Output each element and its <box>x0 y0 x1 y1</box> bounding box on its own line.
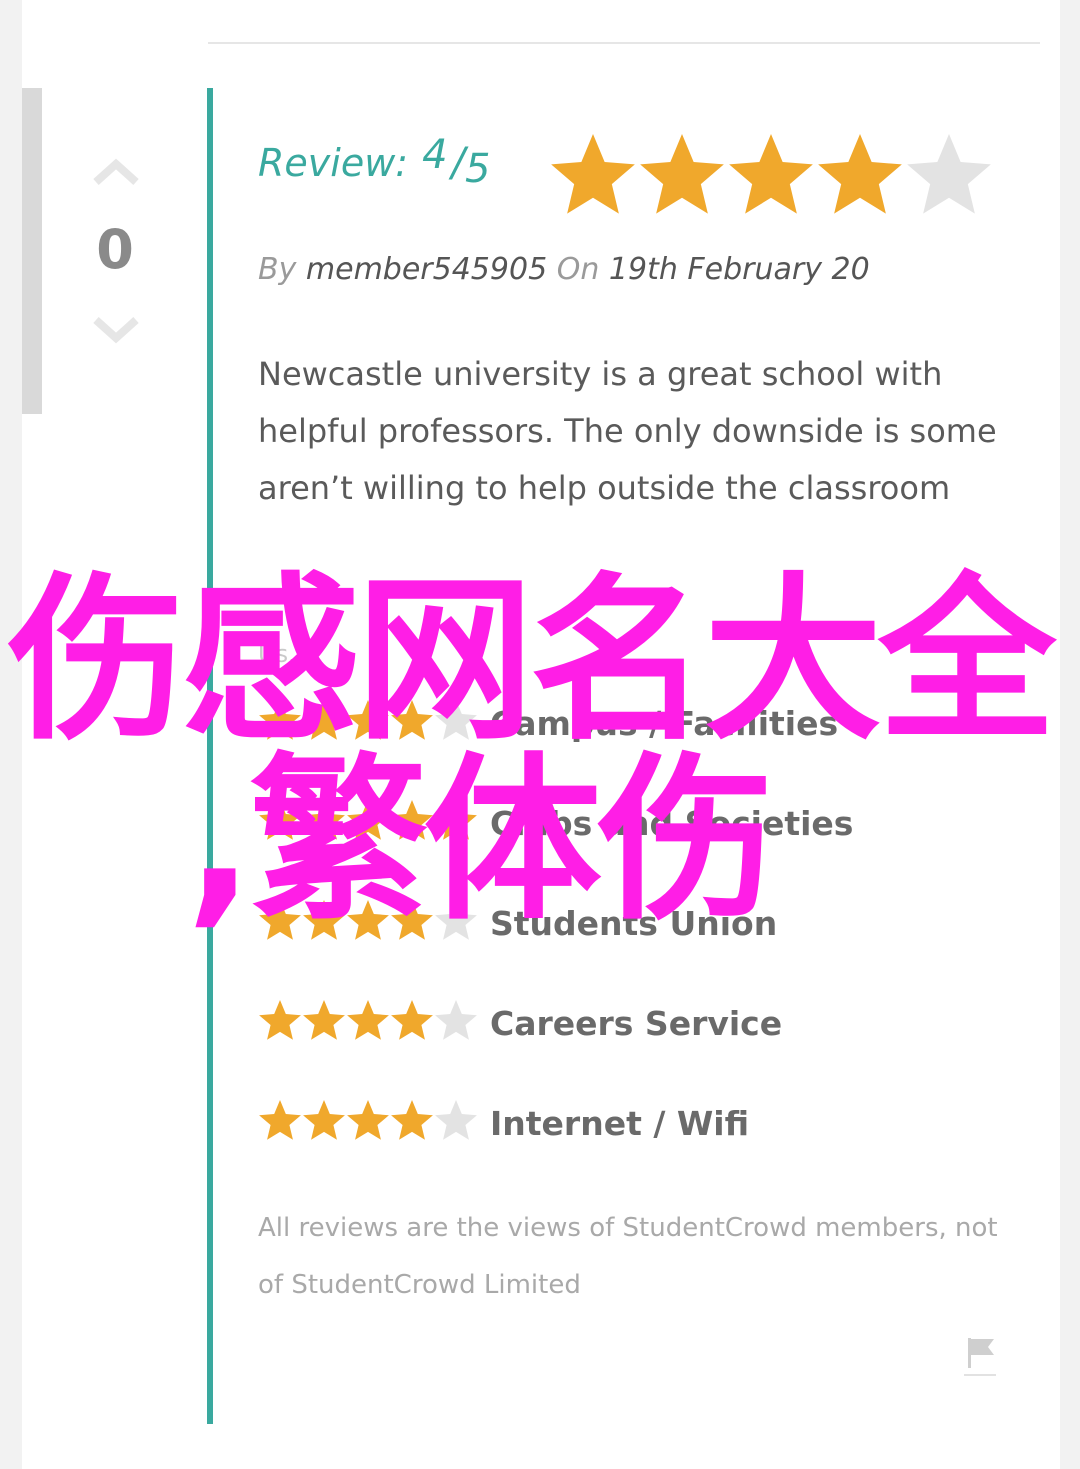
faded-category-label: Us... <box>258 640 311 668</box>
category-label: Campus / Facilities <box>490 704 839 743</box>
star-filled-icon <box>303 800 345 840</box>
divider <box>208 42 1040 44</box>
review-label: Review: <box>258 141 409 185</box>
disclaimer-text: All reviews are the views of StudentCrow… <box>258 1213 998 1300</box>
star-filled-icon <box>259 700 301 740</box>
star-filled-icon <box>303 1100 345 1140</box>
star-filled-icon <box>391 700 433 740</box>
category-label: Internet / Wifi <box>490 1104 750 1143</box>
review-body: Newcastle university is a great school w… <box>258 355 997 507</box>
category-star-rating <box>259 1100 477 1140</box>
vote-bar <box>22 88 42 414</box>
star-filled-icon <box>435 800 477 840</box>
category-rating-row: Campus / Facilities <box>258 700 1018 748</box>
review-score-heading: Review: 4/5 <box>258 132 490 192</box>
category-rating-row: Careers Service <box>258 1000 1018 1048</box>
star-filled-icon <box>391 1000 433 1040</box>
review-slash: / <box>451 140 466 186</box>
star-empty-icon <box>907 134 991 214</box>
star-filled-icon <box>259 900 301 940</box>
star-empty-icon <box>435 1000 477 1040</box>
star-filled-icon <box>259 1000 301 1040</box>
star-filled-icon <box>391 1100 433 1140</box>
category-rating-row: Internet / Wifi <box>258 1100 1018 1148</box>
star-filled-icon <box>347 900 389 940</box>
star-filled-icon <box>391 800 433 840</box>
flag-icon[interactable] <box>964 1334 998 1378</box>
category-label: Careers Service <box>490 1004 783 1043</box>
category-star-rating <box>259 1000 477 1040</box>
category-rating-row: Clubs and Societies <box>258 800 1018 848</box>
star-empty-icon <box>435 900 477 940</box>
star-filled-icon <box>347 1100 389 1140</box>
star-filled-icon <box>347 800 389 840</box>
vote-count: 0 <box>96 218 134 281</box>
by-label: By <box>258 252 297 287</box>
star-filled-icon <box>259 1100 301 1140</box>
star-filled-icon <box>729 134 813 214</box>
accent-line <box>207 88 213 1424</box>
star-empty-icon <box>435 700 477 740</box>
overall-star-rating <box>551 134 991 214</box>
star-filled-icon <box>347 700 389 740</box>
star-filled-icon <box>303 900 345 940</box>
star-filled-icon <box>818 134 902 214</box>
category-star-rating <box>259 900 477 940</box>
category-star-rating <box>259 700 477 740</box>
star-filled-icon <box>303 1000 345 1040</box>
star-empty-icon <box>435 1100 477 1140</box>
review-byline: By member545905 On 19th February 20 <box>258 252 870 287</box>
star-filled-icon <box>640 134 724 214</box>
category-label: Students Union <box>490 904 778 943</box>
category-star-rating <box>259 800 477 840</box>
star-filled-icon <box>347 1000 389 1040</box>
star-filled-icon <box>391 900 433 940</box>
chevron-up-icon[interactable] <box>90 150 142 190</box>
category-rating-row: Students Union <box>258 900 1018 948</box>
category-label: Clubs and Societies <box>490 804 854 843</box>
review-out-of: 5 <box>465 146 491 192</box>
star-filled-icon <box>303 700 345 740</box>
star-filled-icon <box>551 134 635 214</box>
star-filled-icon <box>259 800 301 840</box>
on-label: On <box>556 252 600 287</box>
review-date: 19th February 20 <box>608 252 870 287</box>
review-score: 4 <box>422 132 448 178</box>
chevron-down-icon[interactable] <box>90 312 142 352</box>
author-name[interactable]: member545905 <box>306 252 547 287</box>
